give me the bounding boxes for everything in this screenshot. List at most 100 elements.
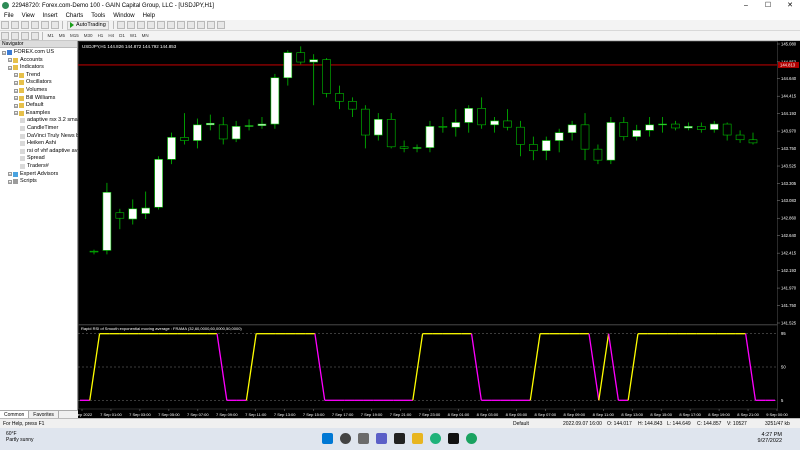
terminal-app-icon[interactable] xyxy=(394,433,405,444)
line-chart-button[interactable] xyxy=(136,21,145,29)
navigator-item[interactable]: + Indicators xyxy=(8,64,44,71)
new-chart-button[interactable] xyxy=(1,21,9,29)
timeframe-h4[interactable]: H4 xyxy=(106,33,117,38)
navigator-item[interactable]: adaptive rsx 3.2 sma xyxy=(20,117,78,124)
start-icon[interactable] xyxy=(322,433,333,444)
horizontal-line-button[interactable] xyxy=(31,31,39,40)
expand-toggle-icon[interactable]: + xyxy=(14,88,18,93)
candle-body xyxy=(477,108,486,126)
zoom-out-button[interactable] xyxy=(156,21,165,29)
oscillator-level-label: 5 xyxy=(781,398,784,403)
navigator-item[interactable]: + Default xyxy=(14,102,43,109)
expand-toggle-icon[interactable]: + xyxy=(14,103,18,108)
navigator-item[interactable]: + Expert Advisors xyxy=(8,171,58,178)
templates-button[interactable] xyxy=(216,21,225,29)
navigator-button[interactable] xyxy=(41,21,49,29)
search-icon[interactable] xyxy=(340,433,351,444)
candle-body xyxy=(309,59,318,63)
minimize-button[interactable]: – xyxy=(736,0,756,11)
profile-name: Default xyxy=(513,421,529,427)
timeframe-d1[interactable]: D1 xyxy=(117,33,128,38)
menu-tools[interactable]: Tools xyxy=(87,13,109,19)
timeframe-h1[interactable]: H1 xyxy=(95,33,106,38)
market-watch-button[interactable] xyxy=(21,21,29,29)
navigator-item[interactable]: Heiken Ashi xyxy=(20,140,56,147)
price-chart[interactable]: USDJPY,H1 144.826 144.872 144.792 144.85… xyxy=(72,41,800,418)
indicators-button[interactable] xyxy=(196,21,205,29)
tab-common[interactable]: Common xyxy=(0,411,30,418)
autoscroll-button[interactable] xyxy=(176,21,185,29)
timeframe-m15[interactable]: M15 xyxy=(68,33,82,38)
navigator-item[interactable]: + Examples xyxy=(14,110,50,117)
navigator-item[interactable]: + Volumes xyxy=(14,87,47,94)
navigator-item[interactable]: + Accounts xyxy=(8,57,43,64)
navigator-panel: Navigator + FOREX.com US + Accounts + Indicat… xyxy=(0,41,79,418)
timeframe-m30[interactable]: M30 xyxy=(81,33,95,38)
expand-toggle-icon[interactable]: + xyxy=(2,50,6,55)
expand-toggle-icon[interactable]: + xyxy=(8,179,12,184)
edge-icon[interactable] xyxy=(430,433,441,444)
data-window-button[interactable] xyxy=(31,21,39,29)
tab-favorites[interactable]: Favorites xyxy=(29,411,59,418)
periods-button[interactable] xyxy=(206,21,215,29)
terminal-button[interactable] xyxy=(51,21,59,29)
navigator-item-label: Trend xyxy=(26,71,41,78)
menu-view[interactable]: View xyxy=(18,13,39,19)
navigator-item[interactable]: Spread xyxy=(20,155,45,162)
candle-body xyxy=(322,59,331,94)
zoom-in-button[interactable] xyxy=(146,21,155,29)
expand-toggle-icon[interactable]: + xyxy=(14,73,18,78)
expand-toggle-icon[interactable]: + xyxy=(14,80,18,85)
tradingview-icon[interactable] xyxy=(448,433,459,444)
timeframe-m5[interactable]: M5 xyxy=(56,33,67,38)
chart-shift-button[interactable] xyxy=(186,21,195,29)
close-button[interactable]: ✕ xyxy=(780,0,800,11)
vertical-line-button[interactable] xyxy=(21,31,29,40)
menu-window[interactable]: Window xyxy=(109,13,138,19)
navigator-item[interactable]: + Scripts xyxy=(8,178,37,185)
timeframe-w1[interactable]: W1 xyxy=(127,33,139,38)
menu-charts[interactable]: Charts xyxy=(62,13,88,19)
autotrading-button[interactable]: AutoTrading xyxy=(67,20,109,30)
navigator-item[interactable]: Traders# xyxy=(20,163,49,170)
navigator-item[interactable]: rsi of vhf adaptive av xyxy=(20,148,77,155)
file-explorer-icon[interactable] xyxy=(412,433,423,444)
timeframe-m1[interactable]: M1 xyxy=(45,33,56,38)
navigator-item[interactable]: + FOREX.com US xyxy=(2,49,54,56)
navigator-item-label: FOREX.com US xyxy=(14,49,55,55)
candle-chart-button[interactable] xyxy=(126,21,135,29)
menu-help[interactable]: Help xyxy=(139,13,159,19)
metatrader-icon[interactable] xyxy=(466,433,477,444)
crosshair-button[interactable] xyxy=(11,31,19,40)
expand-toggle-icon[interactable]: + xyxy=(14,96,18,101)
timeframe-mn[interactable]: MN xyxy=(139,33,151,38)
time-label: 7 Sep 05:00 xyxy=(158,412,180,417)
weather-widget[interactable]: 60°F Partly sunny xyxy=(6,431,34,443)
status-datetime: 2022.09.07 16:00 xyxy=(563,421,602,427)
navigator-item[interactable]: DaVinci Truly News b xyxy=(20,133,79,140)
maximize-button[interactable]: ☐ xyxy=(758,0,778,11)
navigator-item[interactable]: + Bill Williams xyxy=(14,95,55,102)
candle-body xyxy=(386,119,396,148)
expand-toggle-icon[interactable]: + xyxy=(14,111,18,116)
menu-insert[interactable]: Insert xyxy=(39,13,62,19)
teams-icon[interactable] xyxy=(376,433,387,444)
system-clock[interactable]: 4:27 PM 9/27/2022 xyxy=(758,432,782,444)
task-view-icon[interactable] xyxy=(358,433,369,444)
toolbar-divider xyxy=(62,21,63,29)
expand-toggle-icon[interactable]: + xyxy=(8,58,12,63)
navigator-item[interactable]: + Trend xyxy=(14,72,40,79)
cursor-button[interactable] xyxy=(1,31,9,40)
navigator-item[interactable]: + Oscillators xyxy=(14,79,52,86)
menu-file[interactable]: File xyxy=(0,13,18,19)
profiles-button[interactable] xyxy=(11,21,19,29)
chart-window[interactable]: USDJPY,H1 144.826 144.872 144.792 144.85… xyxy=(72,41,800,418)
expand-toggle-icon[interactable]: + xyxy=(8,172,12,177)
tile-windows-button[interactable] xyxy=(166,21,175,29)
candle-body xyxy=(231,126,241,140)
candle-body xyxy=(516,126,525,145)
expand-toggle-icon[interactable]: + xyxy=(8,65,12,70)
time-label: 8 Sep 05:00 xyxy=(506,412,528,417)
bar-chart-button[interactable] xyxy=(116,21,125,29)
navigator-item[interactable]: CandleTimer xyxy=(20,125,58,132)
